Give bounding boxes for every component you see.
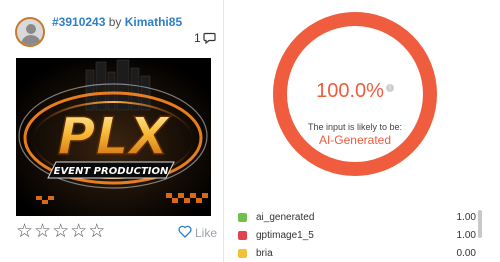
star-outline-icon[interactable]: ☆	[88, 222, 105, 241]
screen: #3910243 by Kimathi85 1 PLX EVENT PRODUC…	[0, 0, 500, 262]
likely-text: The input is likely to be:	[307, 122, 403, 132]
artwork-subtitle: EVENT PRODUCTION	[54, 166, 169, 177]
by-text: by	[108, 15, 122, 29]
class-label: ai_generated	[256, 211, 315, 223]
class-label: bria	[256, 247, 273, 259]
info-icon[interactable]: i	[385, 84, 394, 93]
avatar-shoulders	[21, 35, 41, 45]
avatar-head	[26, 24, 36, 34]
confidence-percent: 100.0% i	[271, 80, 439, 103]
star-outline-icon[interactable]: ☆	[16, 222, 33, 241]
heart-icon	[178, 225, 192, 241]
username-link[interactable]: Kimathi85	[125, 15, 182, 29]
star-outline-icon[interactable]: ☆	[52, 222, 69, 241]
comment-icon	[203, 32, 216, 44]
post-byline: #3910243 by Kimathi85	[52, 15, 182, 29]
class-score: 0.00	[456, 247, 476, 259]
class-score-row: ai_generated 1.00	[236, 208, 476, 226]
class-score-list: ai_generated 1.00 gptimage1_5 1.00 bria 0.00	[236, 208, 476, 262]
rating-stars[interactable]: ☆ ☆ ☆ ☆ ☆	[16, 222, 105, 241]
class-color-swatch	[238, 248, 247, 258]
post-artwork-image[interactable]: PLX EVENT PRODUCTION	[16, 58, 211, 216]
class-score: 1.00	[456, 211, 476, 223]
card-divider	[223, 0, 224, 262]
verdict-text: AI-Generated	[318, 133, 392, 147]
class-color-swatch	[238, 212, 247, 222]
scrollbar[interactable]	[478, 210, 482, 238]
star-outline-icon[interactable]: ☆	[34, 222, 51, 241]
comment-count: 1	[194, 31, 201, 45]
class-score: 1.00	[456, 229, 476, 241]
comment-count-button[interactable]: 1	[194, 31, 216, 45]
avatar[interactable]	[15, 17, 45, 47]
post-id-link[interactable]: #3910243	[52, 15, 105, 29]
class-score-row: bria 0.00	[236, 244, 476, 262]
star-outline-icon[interactable]: ☆	[70, 222, 87, 241]
gauge-readout: 100.0% i The input is likely to be: AI-Ge…	[271, 10, 439, 178]
like-button[interactable]: Like	[178, 225, 217, 241]
class-label: gptimage1_5	[256, 229, 314, 241]
class-score-row: gptimage1_5 1.00	[236, 226, 476, 244]
percent-value: 100.0%	[316, 80, 384, 102]
class-color-swatch	[238, 230, 247, 240]
post-card: #3910243 by Kimathi85 1 PLX EVENT PRODUC…	[0, 0, 228, 262]
artwork-logo-text: PLX	[57, 107, 171, 167]
like-label: Like	[195, 226, 218, 240]
